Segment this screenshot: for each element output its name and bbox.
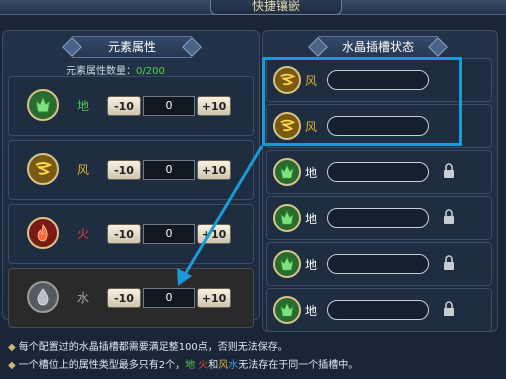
note-text-2a: 一个槽位上的属性类型最多只有2个， (18, 360, 186, 371)
arrow-annotation (177, 145, 264, 286)
diamond-bullet-icon: ◆ (8, 342, 16, 353)
note-fire: 火 (198, 360, 209, 371)
note-line-2: ◆ 一个槽位上的属性类型最多只有2个，地 火和风水无法存在于同一个插槽中。 (8, 356, 358, 371)
note-text-2b: 无法存在于同一个插槽中。 (238, 360, 359, 371)
note-water: 水 (228, 360, 239, 371)
note-and: 和 (208, 360, 219, 371)
note-wind: 风 (218, 360, 229, 371)
note-line-1: ◆ 每个配置过的水晶插槽都需要满足整100点，否则无法保存。 (8, 338, 288, 353)
note-text-1: 每个配置过的水晶插槽都需要满足整100点，否则无法保存。 (18, 342, 288, 353)
diamond-bullet-icon: ◆ (8, 360, 16, 371)
note-earth: 地 (185, 360, 196, 371)
